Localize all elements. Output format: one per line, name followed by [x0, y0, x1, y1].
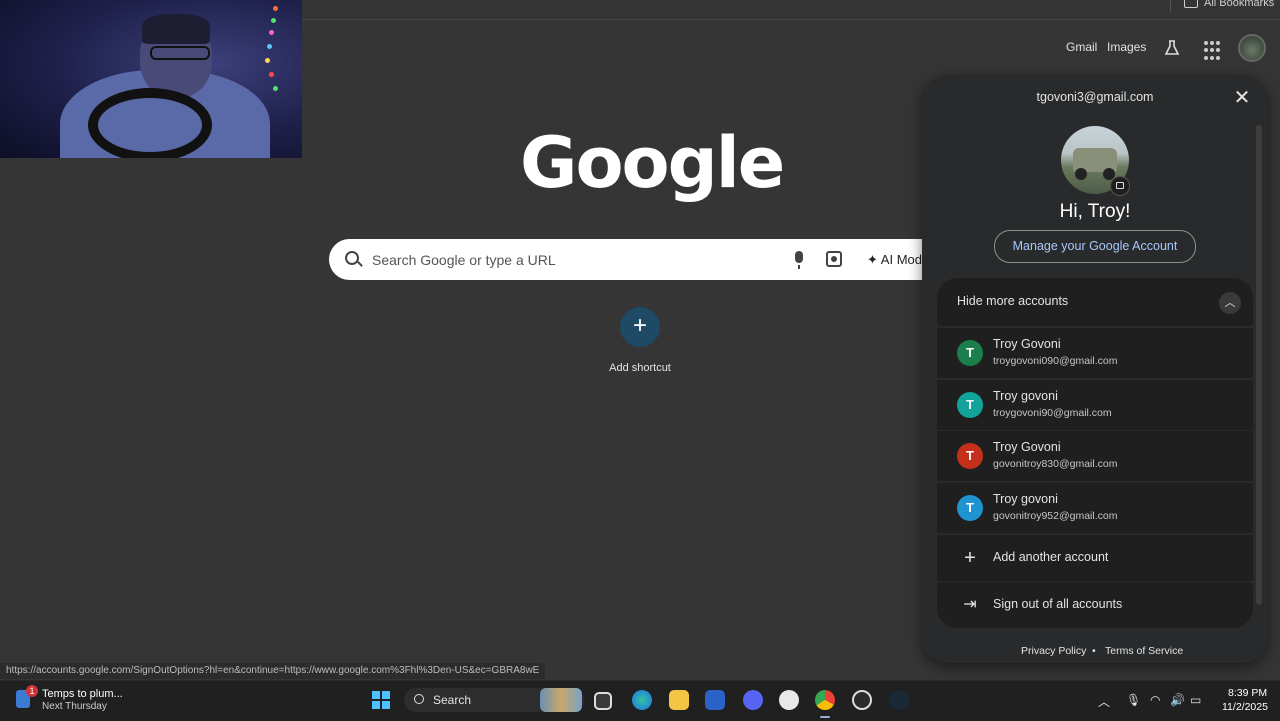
- search-icon: [414, 694, 424, 704]
- folder-icon: [1184, 0, 1198, 8]
- account-initial-avatar: T: [957, 495, 983, 521]
- search-icon: [345, 251, 359, 265]
- discord-icon[interactable]: [743, 690, 763, 710]
- microphone-icon[interactable]: [795, 251, 803, 269]
- account-name: Troy govoni: [993, 492, 1058, 506]
- steam-icon[interactable]: [889, 690, 909, 710]
- clock-date[interactable]: 11/2/2025: [1222, 701, 1268, 713]
- account-row[interactable]: T Troy Govoni govonitroy830@gmail.com: [937, 431, 1253, 481]
- account-name: Troy Govoni: [993, 440, 1061, 454]
- webcam-overlay: [0, 0, 302, 158]
- apps-grid-icon[interactable]: [1204, 41, 1224, 61]
- google-logo: Google: [520, 122, 785, 204]
- ai-mode-label: AI Mod: [880, 252, 922, 267]
- gmail-link[interactable]: Gmail: [1066, 40, 1097, 54]
- account-email: govonitroy830@gmail.com: [993, 458, 1118, 470]
- account-initial-avatar: T: [957, 340, 983, 366]
- app-icon[interactable]: [779, 690, 799, 710]
- person-hair: [142, 14, 210, 44]
- active-app-indicator: [820, 716, 830, 718]
- plus-icon: +: [964, 547, 976, 569]
- windows-start-icon[interactable]: [372, 691, 390, 709]
- camera-icon[interactable]: [1110, 176, 1130, 196]
- chevron-up-icon[interactable]: ︿: [1219, 292, 1241, 314]
- add-account-label: Add another account: [993, 550, 1109, 564]
- hide-more-accounts-label: Hide more accounts: [957, 294, 1069, 308]
- truck-wheel: [1075, 168, 1087, 180]
- account-email: troygovoni90@gmail.com: [993, 407, 1112, 419]
- close-icon[interactable]: ✕: [1232, 88, 1252, 108]
- sign-out-icon: ⇥: [963, 596, 977, 613]
- manage-account-button[interactable]: Manage your Google Account: [994, 230, 1196, 263]
- search-box[interactable]: Search Google or type a URL ✦ AI Mod: [329, 239, 949, 280]
- account-name: Troy Govoni: [993, 337, 1061, 351]
- notification-badge: 1: [26, 685, 38, 697]
- battery-icon[interactable]: ▭: [1190, 693, 1201, 707]
- panel-scrollbar[interactable]: [1256, 125, 1262, 605]
- account-initial-avatar: T: [957, 443, 983, 469]
- flask-icon[interactable]: [1162, 38, 1182, 58]
- sign-out-all-button[interactable]: ⇥ Sign out of all accounts: [937, 582, 1253, 628]
- account-row[interactable]: T Troy govoni govonitroy952@gmail.com: [937, 483, 1253, 533]
- github-icon[interactable]: [852, 690, 872, 710]
- account-initial-avatar: T: [957, 392, 983, 418]
- chevron-up-icon[interactable]: ︿: [1098, 693, 1110, 710]
- glasses: [150, 46, 210, 60]
- task-view-icon[interactable]: [594, 692, 612, 710]
- wifi-icon[interactable]: ◠: [1150, 693, 1160, 707]
- account-name: Troy govoni: [993, 389, 1058, 403]
- status-url-bar: https://accounts.google.com/SignOutOptio…: [0, 663, 546, 679]
- edge-icon[interactable]: [632, 690, 652, 710]
- store-icon[interactable]: [705, 690, 725, 710]
- weather-widget-subtitle: Next Thursday: [42, 701, 107, 712]
- footer-separator: •: [1092, 645, 1096, 657]
- bookmarks-bar: [302, 0, 1280, 20]
- account-email: troygovoni090@gmail.com: [993, 355, 1118, 367]
- microphone-icon[interactable]: 🎙: [1126, 693, 1141, 707]
- file-explorer-icon[interactable]: [669, 690, 689, 710]
- privacy-policy-link[interactable]: Privacy Policy: [1021, 645, 1086, 657]
- chrome-icon[interactable]: [815, 690, 835, 710]
- all-bookmarks-label: All Bookmarks: [1204, 0, 1275, 9]
- string-lights: [255, 0, 295, 110]
- add-shortcut-button[interactable]: +: [620, 307, 660, 347]
- greeting: Hi, Troy!: [1059, 201, 1131, 222]
- weather-widget-title[interactable]: Temps to plum...: [42, 688, 123, 700]
- account-row[interactable]: T Troy govoni troygovoni90@gmail.com: [937, 380, 1253, 430]
- ai-mode-button[interactable]: ✦ AI Mod: [867, 252, 922, 268]
- account-avatar-button[interactable]: [1238, 34, 1266, 62]
- images-link[interactable]: Images: [1107, 40, 1146, 54]
- add-shortcut-label: Add shortcut: [609, 362, 671, 374]
- all-bookmarks-button[interactable]: All Bookmarks: [1184, 0, 1274, 9]
- volume-icon[interactable]: 🔊: [1170, 693, 1185, 707]
- current-account-email: tgovoni3@gmail.com: [1036, 90, 1154, 104]
- clock-time[interactable]: 8:39 PM: [1228, 687, 1267, 699]
- account-email: govonitroy952@gmail.com: [993, 510, 1118, 522]
- terms-of-service-link[interactable]: Terms of Service: [1105, 645, 1183, 657]
- sign-out-label: Sign out of all accounts: [993, 597, 1123, 611]
- account-row[interactable]: T Troy Govoni troygovoni090@gmail.com: [937, 328, 1253, 378]
- steering-wheel: [88, 88, 212, 158]
- search-highlight-image: [540, 688, 582, 712]
- bookmarks-divider: [1170, 0, 1171, 12]
- google-lens-icon[interactable]: [826, 251, 842, 267]
- taskbar-search-label: Search: [433, 693, 472, 707]
- add-account-button[interactable]: + Add another account: [937, 535, 1253, 581]
- search-input[interactable]: Search Google or type a URL: [372, 252, 556, 268]
